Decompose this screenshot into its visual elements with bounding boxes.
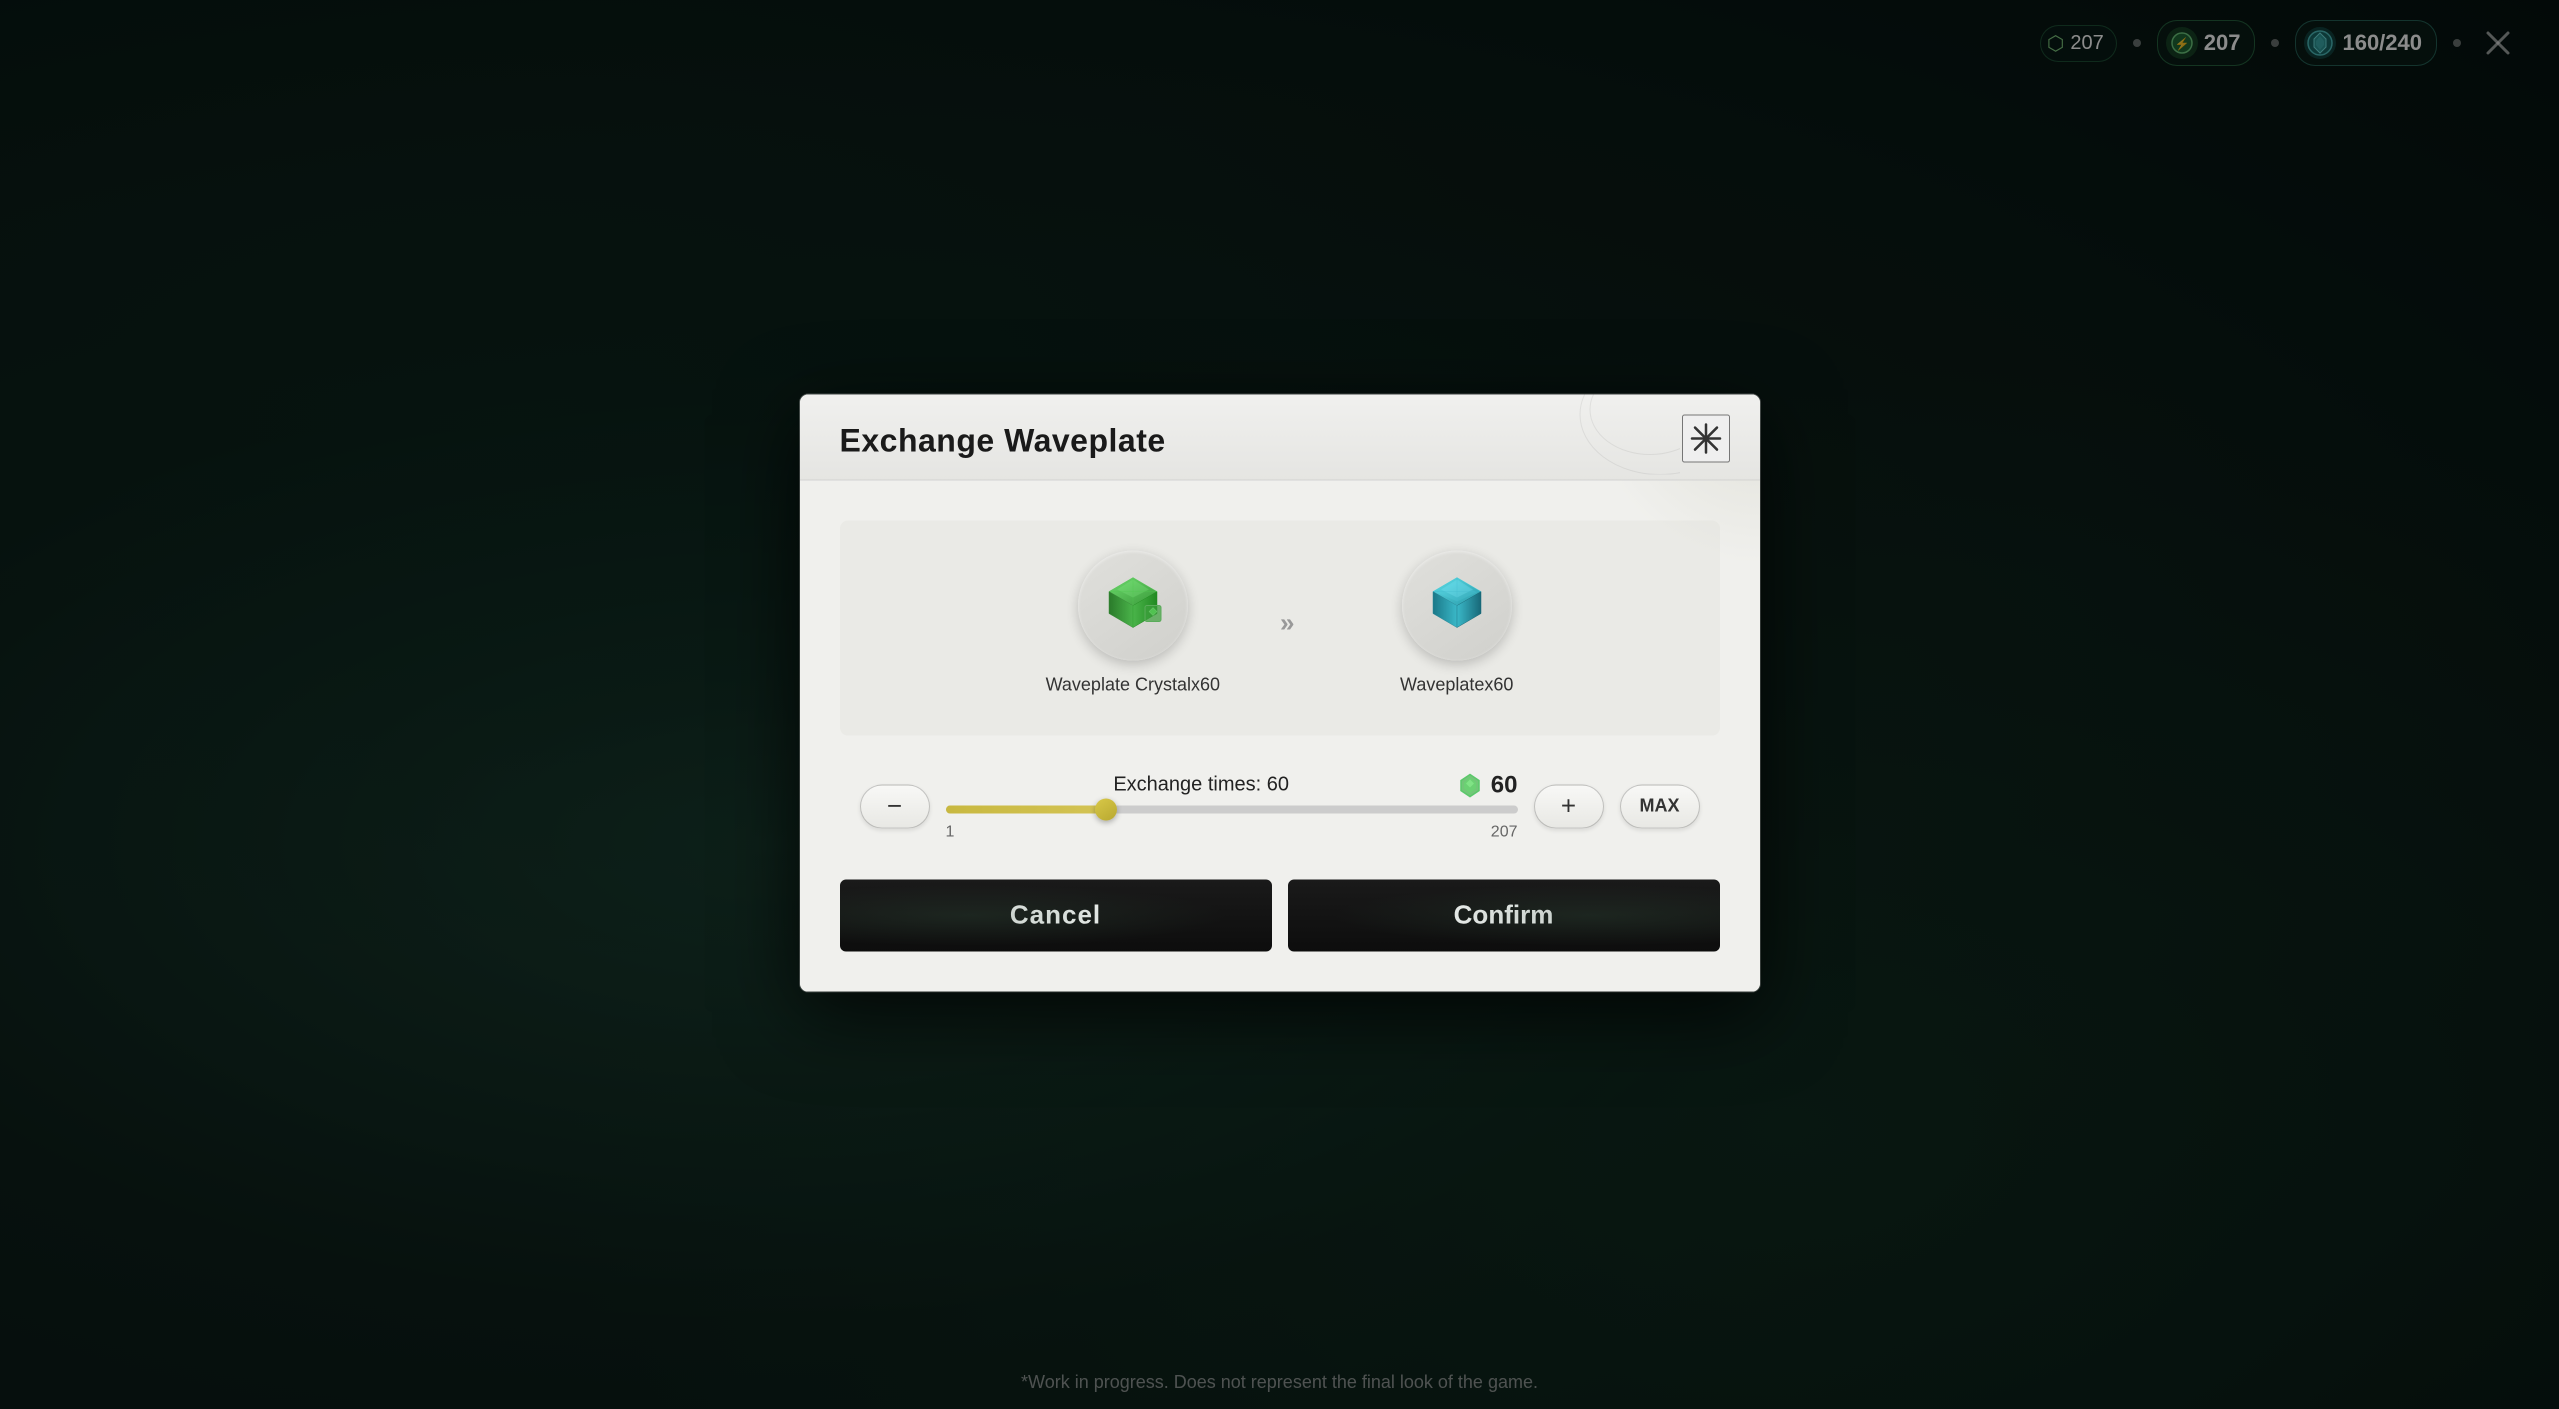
exchange-arrow: »	[1280, 608, 1340, 638]
modal-title: Exchange Waveplate	[840, 422, 1166, 458]
slider-min-label: 1	[946, 823, 955, 841]
waveplate-crystal-icon	[1097, 569, 1169, 641]
slider-row: − Exchange times: 60 60	[860, 771, 1700, 841]
minus-button[interactable]: −	[860, 784, 930, 828]
slider-track-container[interactable]	[946, 805, 1518, 813]
slider-top-row: Exchange times: 60 60	[946, 771, 1518, 799]
slider-range-labels: 1 207	[946, 819, 1518, 841]
modal-footer: Cancel Confirm	[800, 879, 1760, 991]
source-item-icon-container	[1078, 550, 1188, 660]
exchange-arrow-icon: »	[1280, 608, 1340, 638]
modal-body: Waveplate Crystalx60 »	[800, 480, 1760, 879]
slider-max-label: 207	[1491, 823, 1518, 841]
modal-close-button[interactable]	[1682, 414, 1730, 462]
amount-gem-icon	[1457, 772, 1483, 798]
close-asterisk-icon	[1688, 420, 1724, 456]
svg-text:»: »	[1280, 608, 1294, 638]
source-item-label: Waveplate Crystalx60	[1046, 674, 1220, 695]
modal-header: Exchange Waveplate	[800, 394, 1760, 480]
slider-fill	[946, 805, 1112, 813]
slider-container: Exchange times: 60 60	[946, 771, 1518, 841]
confirm-button[interactable]: Confirm	[1288, 879, 1720, 951]
max-button[interactable]: MAX	[1620, 784, 1700, 828]
slider-section: − Exchange times: 60 60	[840, 771, 1720, 841]
waveplate-icon	[1421, 569, 1493, 641]
exchange-modal: Exchange Waveplate	[800, 394, 1760, 991]
amount-display: 60	[1457, 771, 1518, 799]
slider-thumb[interactable]	[1095, 798, 1117, 820]
target-item: Waveplatex60	[1400, 550, 1513, 695]
target-item-icon-container	[1402, 550, 1512, 660]
exchange-times-label: Exchange times: 60	[946, 774, 1457, 797]
current-amount: 60	[1491, 771, 1518, 799]
slider-track	[946, 805, 1518, 813]
target-item-label: Waveplatex60	[1400, 674, 1513, 695]
source-item: Waveplate Crystalx60	[1046, 550, 1220, 695]
cancel-button[interactable]: Cancel	[840, 879, 1272, 951]
exchange-items-area: Waveplate Crystalx60 »	[840, 520, 1720, 735]
plus-button[interactable]: +	[1534, 784, 1604, 828]
header-decoration	[1500, 394, 1680, 474]
